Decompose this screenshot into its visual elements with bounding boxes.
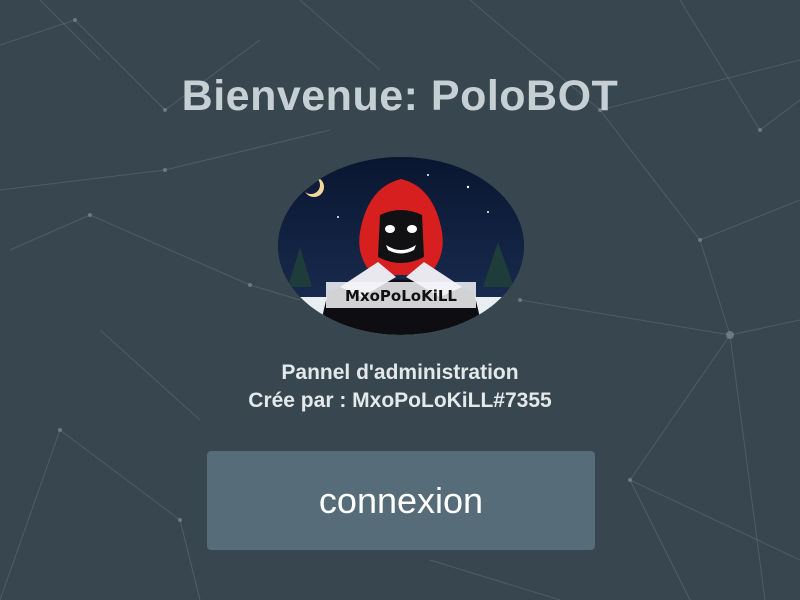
connexion-button[interactable]: connexion bbox=[207, 451, 595, 550]
hooded-figure-avatar-icon: MxoPoLoKiLL bbox=[278, 157, 524, 335]
avatar-text: MxoPoLoKiLL bbox=[345, 287, 457, 305]
content-wrapper: Bienvenue: PoloBOT MxoPoLoKiLL Pannel d'… bbox=[0, 0, 800, 600]
page-title: Bienvenue: PoloBOT bbox=[181, 72, 619, 120]
creator-credit: Crée par : MxoPoLoKiLL#7355 bbox=[248, 389, 552, 412]
avatar: MxoPoLoKiLL bbox=[278, 157, 524, 335]
page-root: Bienvenue: PoloBOT MxoPoLoKiLL Pannel d'… bbox=[0, 0, 800, 600]
panel-subtitle: Pannel d'administration bbox=[281, 361, 519, 384]
